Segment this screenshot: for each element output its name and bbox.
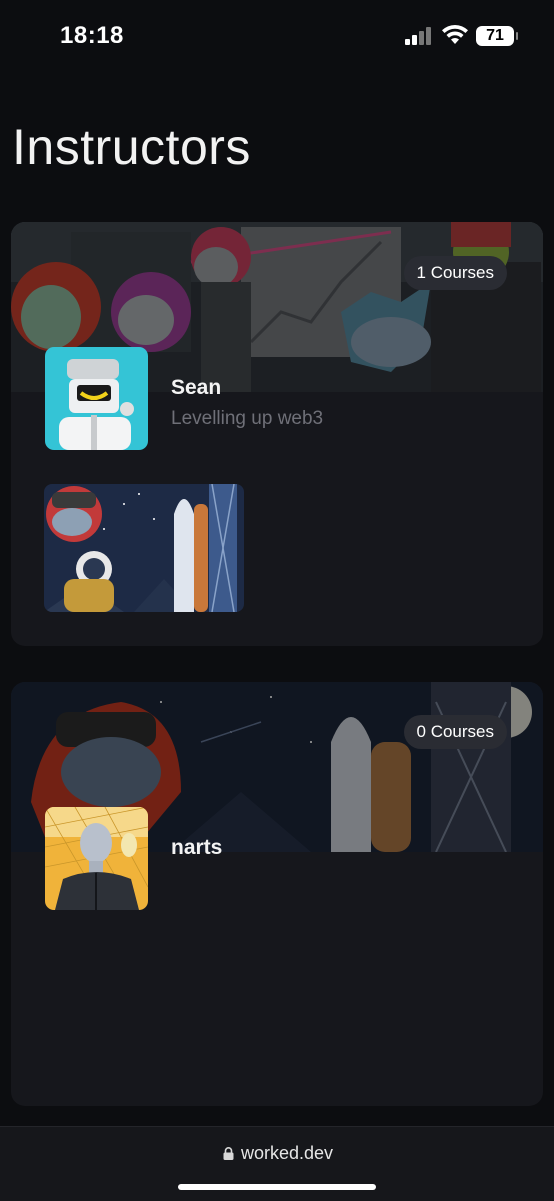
status-time: 18:18 (60, 22, 124, 49)
instructor-card[interactable]: 1 Courses Sean Levelling up web3 (11, 222, 543, 646)
instructor-card[interactable]: 0 Courses narts (11, 682, 543, 1106)
courses-count-badge: 1 Courses (403, 256, 507, 290)
instructor-description: Levelling up web3 (171, 408, 324, 429)
lock-icon (223, 1147, 234, 1160)
page-title: Instructors (12, 119, 251, 175)
status-bar: 18:18 71 (0, 0, 554, 72)
home-indicator[interactable] (178, 1184, 376, 1190)
course-thumbnail[interactable] (44, 484, 244, 612)
battery-icon: 71 (476, 26, 518, 46)
courses-count-badge: 0 Courses (403, 715, 507, 749)
instructor-avatar (45, 807, 148, 910)
wifi-icon (442, 24, 468, 44)
instructor-avatar (45, 347, 148, 450)
instructor-name: Sean (171, 376, 222, 399)
url-text[interactable]: worked.dev (241, 1143, 333, 1164)
browser-address-bar[interactable]: worked.dev (0, 1126, 554, 1201)
instructor-name: narts (171, 836, 223, 859)
cellular-signal-icon (405, 27, 433, 45)
